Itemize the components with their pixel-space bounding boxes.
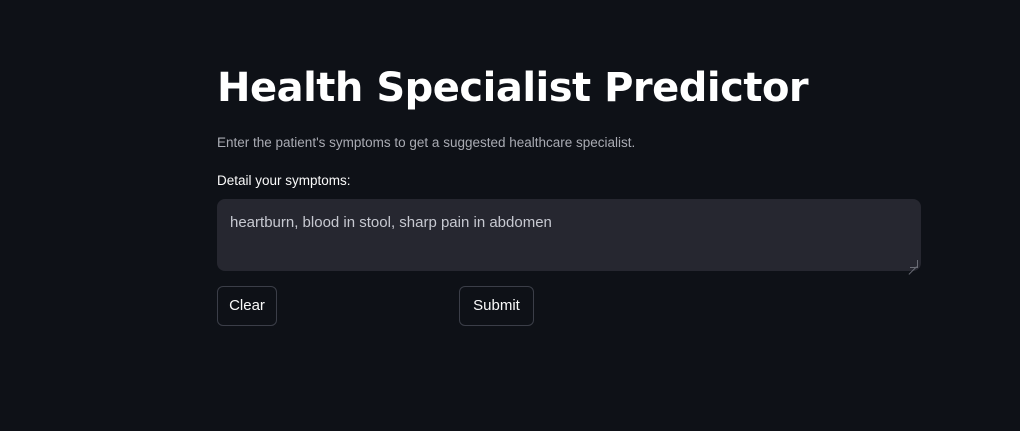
symptoms-textarea[interactable] (217, 199, 921, 271)
main-content: Health Specialist Predictor Enter the pa… (217, 62, 921, 326)
symptoms-label: Detail your symptoms: (217, 173, 351, 188)
submit-button[interactable]: Submit (459, 286, 534, 326)
app-root: Health Specialist Predictor Enter the pa… (0, 0, 1020, 431)
page-title: Health Specialist Predictor (217, 65, 809, 111)
clear-button[interactable]: Clear (217, 286, 277, 326)
page-subtitle: Enter the patient's symptoms to get a su… (217, 135, 636, 150)
symptoms-textarea-container (217, 199, 921, 271)
